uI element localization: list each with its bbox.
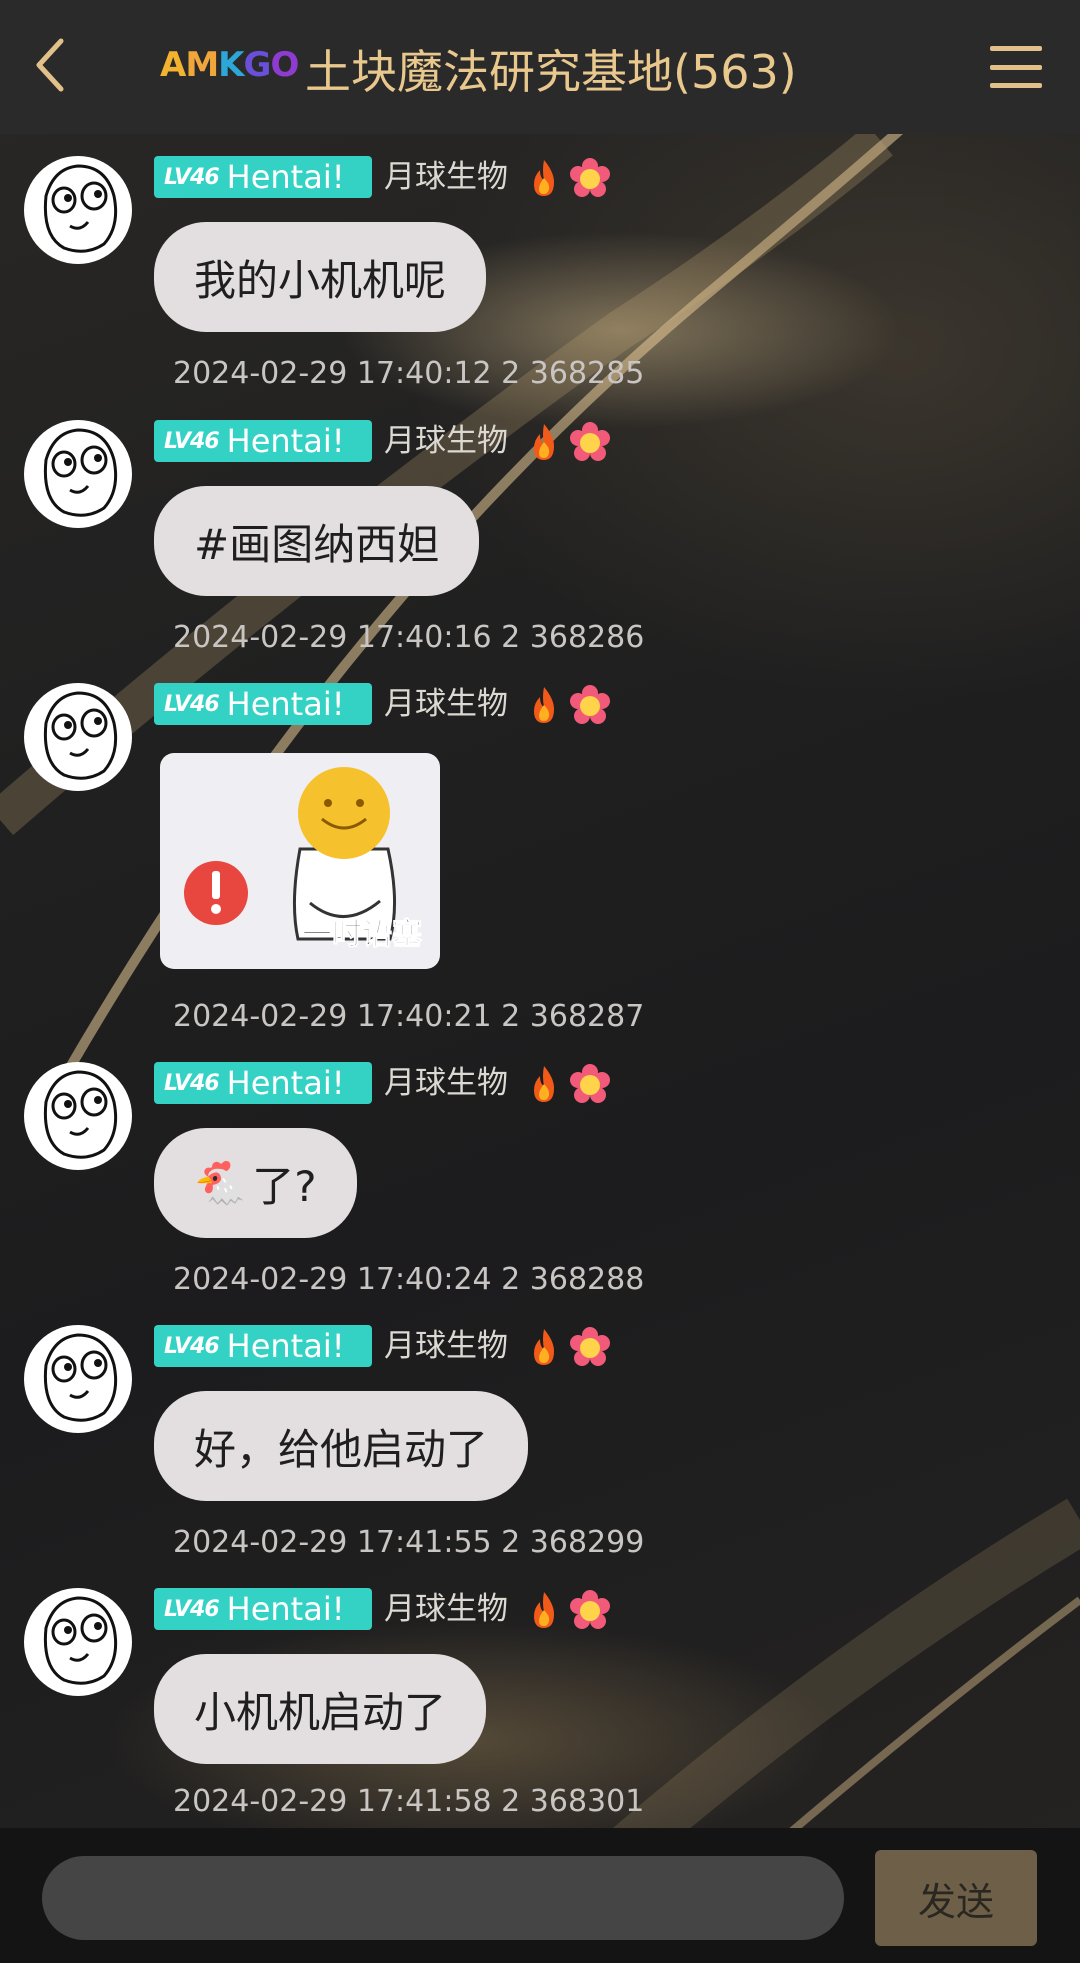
- username[interactable]: 月球生物: [384, 1062, 508, 1104]
- level-label: LV46: [164, 1596, 220, 1622]
- level-label: LV46: [164, 1333, 220, 1359]
- username[interactable]: 月球生物: [384, 420, 508, 462]
- flower-emoji-icon: [570, 1064, 610, 1103]
- username[interactable]: 月球生物: [384, 683, 508, 725]
- username[interactable]: 月球生物: [384, 1325, 508, 1367]
- chicken-emoji: 🐔: [194, 1158, 247, 1207]
- level-tag: LV46 Hentai!: [154, 1062, 372, 1104]
- menu-button[interactable]: [984, 38, 1048, 96]
- username[interactable]: 月球生物: [384, 156, 508, 198]
- avatar[interactable]: [24, 1588, 132, 1696]
- level-tag: LV46 Hentai!: [154, 1588, 372, 1630]
- rage-face-avatar-icon: [43, 1333, 118, 1422]
- fire-icon: [534, 160, 554, 196]
- rage-face-avatar-icon: [43, 691, 118, 780]
- menu-icon-line: [990, 83, 1042, 88]
- composer-bar: 发送: [0, 1828, 1080, 1963]
- rage-face-avatar-icon: [43, 1596, 118, 1685]
- fire-icon: [534, 1592, 554, 1628]
- flower-emoji-icon: [570, 158, 610, 197]
- fire-icon: [534, 1066, 554, 1102]
- level-label: LV46: [164, 691, 220, 717]
- avatar[interactable]: [24, 683, 132, 791]
- tag-label: Hentai!: [226, 158, 345, 196]
- message-bubble[interactable]: 小机机启动了: [154, 1654, 487, 1764]
- message-bubble[interactable]: #画图纳西妲: [154, 486, 480, 596]
- app-logo: AMKGO: [160, 45, 299, 85]
- top-bar: AMKGO 土块魔法研究基地(563): [0, 0, 1080, 134]
- chat-screen: AMKGO 土块魔法研究基地(563) LV46 Hentai! 月球生物 我的…: [0, 0, 1080, 1963]
- level-tag: LV46 Hentai!: [154, 1325, 372, 1367]
- message-meta: 2024-02-29 17:41:58 2 368301: [173, 1784, 645, 1819]
- username[interactable]: 月球生物: [384, 1588, 508, 1630]
- avatar[interactable]: [24, 420, 132, 528]
- level-tag: LV46 Hentai!: [154, 420, 372, 462]
- flower-emoji-icon: [570, 685, 610, 724]
- level-label: LV46: [164, 1070, 220, 1096]
- message-input[interactable]: [42, 1856, 844, 1940]
- message-meta: 2024-02-29 17:40:21 2 368287: [173, 999, 645, 1034]
- level-tag: LV46 Hentai!: [154, 156, 372, 198]
- message-bubble[interactable]: 好，给他启动了: [154, 1391, 529, 1501]
- message-meta: 2024-02-29 17:40:12 2 368285: [173, 356, 645, 391]
- tag-label: Hentai!: [226, 685, 345, 723]
- back-arrow-icon: [36, 38, 64, 92]
- menu-icon-line: [990, 64, 1042, 70]
- fire-icon: [534, 1329, 554, 1365]
- fire-icon: [534, 424, 554, 460]
- avatar[interactable]: [24, 1325, 132, 1433]
- menu-icon-line: [990, 46, 1042, 51]
- sticker-caption: 一时语塞: [302, 917, 423, 953]
- message-meta: 2024-02-29 17:41:55 2 368299: [173, 1525, 645, 1560]
- tag-label: Hentai!: [226, 1327, 345, 1365]
- group-title: 土块魔法研究基地(563): [305, 45, 797, 99]
- message-meta: 2024-02-29 17:40:24 2 368288: [173, 1262, 645, 1297]
- fire-icon: [534, 687, 554, 723]
- message-meta: 2024-02-29 17:40:16 2 368286: [173, 620, 645, 655]
- level-label: LV46: [164, 428, 220, 454]
- send-button[interactable]: 发送: [875, 1850, 1037, 1946]
- sticker-image[interactable]: 一时语塞: [160, 753, 440, 969]
- rage-face-avatar-icon: [43, 1070, 118, 1159]
- flower-emoji-icon: [570, 422, 610, 461]
- message-text: 了?: [252, 1161, 317, 1211]
- tag-label: Hentai!: [226, 1064, 345, 1102]
- avatar[interactable]: [24, 1062, 132, 1170]
- message-bubble[interactable]: 🐔 了?: [154, 1128, 357, 1238]
- tag-label: Hentai!: [226, 422, 345, 460]
- avatar[interactable]: [24, 156, 132, 264]
- message-bubble[interactable]: 我的小机机呢: [154, 222, 487, 332]
- tag-label: Hentai!: [226, 1590, 345, 1628]
- flower-emoji-icon: [570, 1327, 610, 1366]
- rage-face-avatar-icon: [43, 428, 118, 517]
- flower-emoji-icon: [570, 1590, 610, 1629]
- level-label: LV46: [164, 164, 220, 190]
- level-tag: LV46 Hentai!: [154, 683, 372, 725]
- rage-face-avatar-icon: [43, 164, 118, 253]
- back-button[interactable]: [14, 30, 84, 100]
